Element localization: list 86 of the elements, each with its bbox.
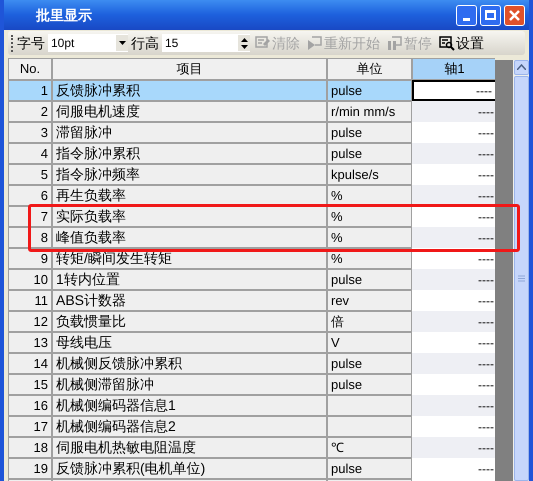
row-number[interactable]: 15 bbox=[8, 374, 52, 395]
table-cell: ABS计数器 bbox=[52, 290, 327, 311]
row-height-spinner[interactable]: 15 bbox=[162, 34, 250, 52]
font-size-dropdown[interactable]: 10pt bbox=[48, 34, 128, 52]
table-cell: V bbox=[327, 332, 412, 353]
row-number[interactable]: 3 bbox=[8, 122, 52, 143]
row-number[interactable]: 5 bbox=[8, 164, 52, 185]
table-cell: % bbox=[327, 227, 412, 248]
table-cell: pulse bbox=[327, 269, 412, 290]
row-number[interactable]: 9 bbox=[8, 248, 52, 269]
table-cell: ---- bbox=[412, 227, 495, 248]
table-cell: rev bbox=[327, 290, 412, 311]
row-number[interactable]: 13 bbox=[8, 332, 52, 353]
table-cell: 再生负载率 bbox=[52, 185, 327, 206]
table-cell: pulse bbox=[327, 458, 412, 479]
row-number[interactable]: 16 bbox=[8, 395, 52, 416]
table-cell: pulse bbox=[327, 353, 412, 374]
table-cell: ---- bbox=[412, 395, 495, 416]
table-cell: 伺服电机速度 bbox=[52, 101, 327, 122]
table-cell: ---- bbox=[412, 269, 495, 290]
row-number[interactable]: 17 bbox=[8, 416, 52, 437]
table-cell: 1转内位置 bbox=[52, 269, 327, 290]
row-number[interactable]: 8 bbox=[8, 227, 52, 248]
table-cell: pulse bbox=[327, 80, 412, 101]
table-cell: 母线电压 bbox=[52, 332, 327, 353]
table-cell: 机械侧编码器信息1 bbox=[52, 395, 327, 416]
row-number[interactable]: 2 bbox=[8, 101, 52, 122]
font-size-label: 字号 bbox=[17, 34, 45, 52]
column-header[interactable]: 单位 bbox=[327, 58, 412, 80]
spin-arrows-icon bbox=[238, 35, 250, 51]
table-cell: ---- bbox=[412, 353, 495, 374]
pause-icon bbox=[387, 35, 403, 51]
row-number[interactable]: 14 bbox=[8, 353, 52, 374]
maximize-button[interactable] bbox=[480, 4, 501, 26]
table-cell: 伺服电机热敏电阻温度 bbox=[52, 437, 327, 458]
column-header[interactable]: No. bbox=[8, 58, 52, 80]
magnifier-icon bbox=[439, 35, 455, 51]
table-cell: 指令脉冲累积 bbox=[52, 143, 327, 164]
table-cell: 反馈脉冲累积 bbox=[52, 80, 327, 101]
table-cell: % bbox=[327, 185, 412, 206]
scroll-up-button[interactable] bbox=[514, 60, 528, 75]
row-number[interactable]: 6 bbox=[8, 185, 52, 206]
table-cell: ---- bbox=[412, 143, 495, 164]
window-title: 批里显示 bbox=[36, 6, 92, 24]
table-cell: 实际负载率 bbox=[52, 206, 327, 227]
table-cell: pulse bbox=[327, 374, 412, 395]
row-number[interactable]: 19 bbox=[8, 458, 52, 479]
table-cell: 机械侧编码器信息2 bbox=[52, 416, 327, 437]
table-cell: 反馈脉冲累积(电机单位) bbox=[52, 458, 327, 479]
table-cell: 机械侧滞留脉冲 bbox=[52, 374, 327, 395]
row-height-label: 行高 bbox=[131, 34, 159, 52]
minimize-button[interactable] bbox=[456, 4, 477, 26]
toolbar-command[interactable]: 设置 bbox=[437, 32, 486, 54]
table-cell: ---- bbox=[412, 80, 495, 101]
row-number[interactable]: 7 bbox=[8, 206, 52, 227]
close-button[interactable] bbox=[504, 4, 525, 26]
table-cell: kpulse/s bbox=[327, 164, 412, 185]
grip-icon[interactable] bbox=[11, 34, 14, 52]
table-cell: 倍 bbox=[327, 311, 412, 332]
table-cell: pulse bbox=[327, 122, 412, 143]
table-cell: 负载惯量比 bbox=[52, 311, 327, 332]
table-cell: ---- bbox=[412, 185, 495, 206]
row-number[interactable]: 11 bbox=[8, 290, 52, 311]
row-number[interactable]: 18 bbox=[8, 437, 52, 458]
row-number[interactable]: 1 bbox=[8, 80, 52, 101]
table-cell: % bbox=[327, 206, 412, 227]
row-number[interactable]: 12 bbox=[8, 311, 52, 332]
column-header[interactable]: 项目 bbox=[52, 58, 327, 80]
table-cell: 滞留脉冲 bbox=[52, 122, 327, 143]
row-number[interactable]: 10 bbox=[8, 269, 52, 290]
table-cell: ---- bbox=[412, 311, 495, 332]
table-cell: r/min mm/s bbox=[327, 101, 412, 122]
play-icon bbox=[307, 35, 323, 51]
toolbar-command: 清除 bbox=[253, 32, 302, 54]
row-number[interactable]: 4 bbox=[8, 143, 52, 164]
toolbar-command: 暂停 bbox=[385, 32, 434, 54]
table-cell: 峰值负载率 bbox=[52, 227, 327, 248]
table-cell: ---- bbox=[412, 437, 495, 458]
column-header[interactable]: 轴1 bbox=[412, 58, 495, 80]
table-cell: 机械侧反馈脉冲累积 bbox=[52, 353, 327, 374]
close-icon bbox=[508, 8, 521, 22]
table-cell: pulse bbox=[327, 143, 412, 164]
table-cell: ---- bbox=[412, 101, 495, 122]
table-cell: ℃ bbox=[327, 437, 412, 458]
table-cell: 指令脉冲频率 bbox=[52, 164, 327, 185]
toolbar-command: 重新开始 bbox=[305, 32, 382, 54]
